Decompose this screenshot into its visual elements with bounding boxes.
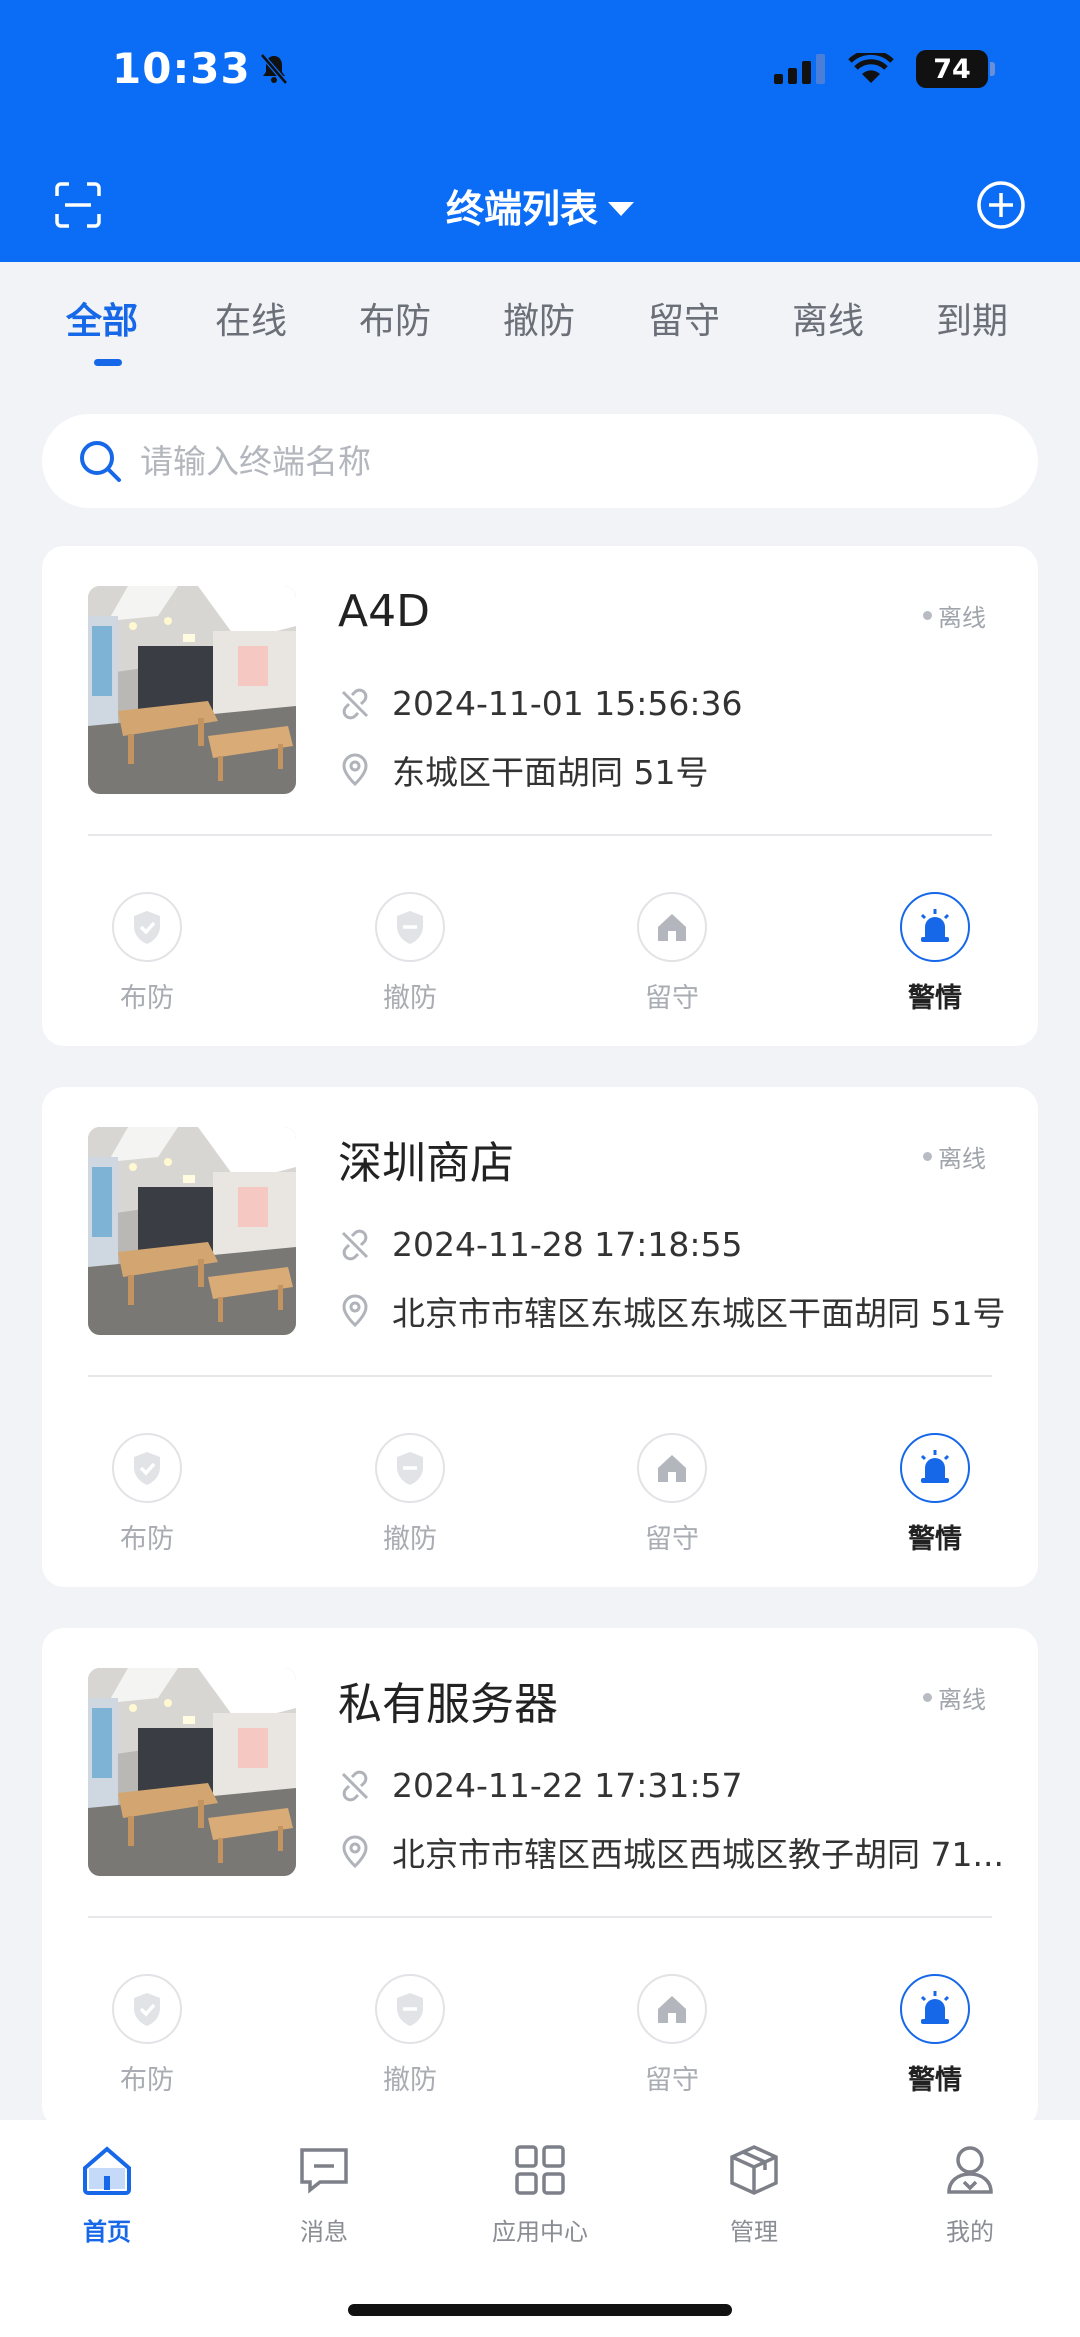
message-icon	[300, 2148, 348, 2194]
nav-app-center[interactable]: 应用中心	[470, 2142, 610, 2247]
search-icon	[80, 441, 121, 482]
arm-button[interactable]: 布防	[87, 1433, 207, 1556]
nav-messages[interactable]: 消息	[254, 2142, 394, 2247]
status-badge: 离线	[923, 1680, 986, 1715]
disarm-button[interactable]: 撤防	[350, 1974, 470, 2097]
last-seen-row: 2024-11-01 15:56:36	[338, 684, 742, 723]
alarm-button[interactable]: 警情	[875, 1974, 995, 2097]
nav-profile[interactable]: 我的	[900, 2142, 1040, 2247]
home-icon	[658, 1455, 686, 1482]
filter-tabs: 全部 在线 布防 撤防 留守 离线 到期	[0, 262, 1080, 382]
stay-button[interactable]: 留守	[612, 892, 732, 1015]
nav-manage[interactable]: 管理	[684, 2142, 824, 2247]
home-icon	[658, 1996, 686, 2023]
terminal-name: 深圳商店	[338, 1138, 514, 1189]
search-bar	[42, 414, 1038, 508]
terminal-name: A4D	[338, 586, 430, 637]
shield-check-icon	[134, 911, 160, 944]
tab-disarmed[interactable]: 撤防	[503, 292, 575, 344]
siren-icon	[920, 909, 950, 942]
shield-minus-icon	[397, 1993, 423, 2026]
link-broken-icon	[341, 1770, 369, 1801]
last-seen-row: 2024-11-22 17:31:57	[338, 1766, 742, 1805]
stay-button[interactable]: 留守	[612, 1433, 732, 1556]
siren-icon	[920, 1991, 950, 2024]
search-input[interactable]	[140, 441, 940, 481]
location-pin-icon	[342, 753, 368, 787]
alarm-button[interactable]: 警情	[875, 892, 995, 1015]
tab-expired[interactable]: 到期	[936, 292, 1008, 344]
nav-home[interactable]: 首页	[37, 2142, 177, 2247]
status-indicators: 74	[774, 50, 995, 88]
wifi-icon	[848, 53, 894, 83]
divider	[88, 1916, 992, 1918]
store-thumbnail	[88, 1668, 296, 1876]
address-row: 东城区干面胡同 51号	[338, 746, 708, 794]
store-thumbnail	[88, 1127, 296, 1335]
address-row: 北京市市辖区西城区西城区教子胡同 71...	[338, 1828, 1004, 1876]
disarm-button[interactable]: 撤防	[350, 892, 470, 1015]
page-title-dropdown[interactable]: 终端列表	[0, 178, 1080, 233]
grid-icon	[515, 2145, 565, 2195]
siren-icon	[920, 1450, 950, 1483]
store-thumbnail	[88, 586, 296, 794]
battery-indicator: 74	[916, 50, 995, 88]
link-broken-icon	[341, 688, 369, 719]
address-row: 北京市市辖区东城区东城区干面胡同 51号	[338, 1287, 1005, 1335]
shield-check-icon	[134, 1993, 160, 2026]
tab-armed[interactable]: 布防	[359, 292, 431, 344]
caret-down-icon	[608, 201, 634, 216]
person-icon	[947, 2146, 993, 2194]
disarm-button[interactable]: 撤防	[350, 1433, 470, 1556]
signal-icon	[774, 54, 825, 84]
status-badge: 离线	[923, 598, 986, 633]
app-header: 10:33 74 终端列表	[0, 0, 1080, 262]
home-indicator	[348, 2304, 732, 2316]
active-tab-indicator	[94, 359, 122, 366]
tab-online[interactable]: 在线	[215, 292, 287, 344]
tab-stay[interactable]: 留守	[648, 292, 720, 344]
shield-minus-icon	[397, 1452, 423, 1485]
box-icon	[730, 2145, 778, 2195]
arm-button[interactable]: 布防	[87, 892, 207, 1015]
last-seen-row: 2024-11-28 17:18:55	[338, 1225, 742, 1264]
page-title: 终端列表	[445, 187, 598, 231]
alarm-button[interactable]: 警情	[875, 1433, 995, 1556]
divider	[88, 1375, 992, 1377]
home-icon	[658, 914, 686, 941]
add-circle-icon[interactable]	[976, 180, 1026, 230]
tab-all[interactable]: 全部	[66, 292, 138, 344]
terminal-name: 私有服务器	[338, 1679, 558, 1730]
shield-check-icon	[134, 1452, 160, 1485]
tab-offline[interactable]: 离线	[792, 292, 864, 344]
home-icon	[83, 2146, 131, 2195]
divider	[88, 834, 992, 836]
location-pin-icon	[342, 1835, 368, 1869]
terminal-card[interactable]: A4D 离线 2024-11-01 15:56:36 东城区干面胡同 51号 布…	[42, 546, 1038, 1046]
shield-minus-icon	[397, 911, 423, 944]
mute-bell-icon	[259, 52, 288, 85]
stay-button[interactable]: 留守	[612, 1974, 732, 2097]
location-pin-icon	[342, 1294, 368, 1328]
clock-label: 10:33	[112, 44, 251, 93]
terminal-card[interactable]: 深圳商店 离线 2024-11-28 17:18:55 北京市市辖区东城区东城区…	[42, 1087, 1038, 1587]
arm-button[interactable]: 布防	[87, 1974, 207, 2097]
link-broken-icon	[341, 1229, 369, 1260]
status-time: 10:33	[112, 44, 289, 93]
status-badge: 离线	[923, 1139, 986, 1174]
terminal-card[interactable]: 私有服务器 离线 2024-11-22 17:31:57 北京市市辖区西城区西城…	[42, 1628, 1038, 2128]
